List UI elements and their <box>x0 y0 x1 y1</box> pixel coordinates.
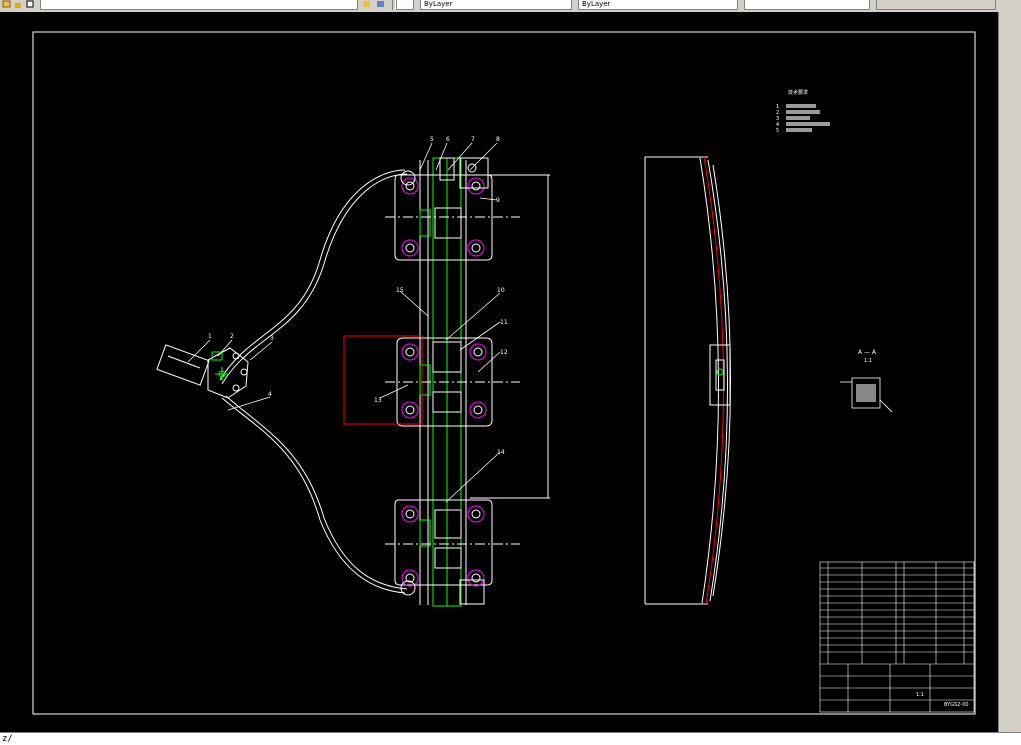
color-control[interactable] <box>396 0 414 10</box>
callout-4: 4 <box>268 391 272 398</box>
layer-color-icon[interactable] <box>26 0 35 8</box>
side-view <box>644 156 731 605</box>
make-layer-current-icon[interactable] <box>362 0 371 8</box>
drawing-border <box>32 31 976 715</box>
callout-5: 5 <box>430 136 434 143</box>
layer-previous-icon[interactable] <box>376 0 385 8</box>
command-line[interactable]: z/ <box>0 732 1021 745</box>
plotstyle-dropdown[interactable] <box>744 0 870 10</box>
section-a-a: A — A 1:1 <box>840 349 893 413</box>
callout-3: 3 <box>270 335 274 342</box>
callout-6: 6 <box>446 136 450 143</box>
callout-leaders <box>187 142 501 503</box>
extra-control[interactable] <box>876 0 996 10</box>
callout-1: 1 <box>208 333 212 340</box>
technical-notes: 技术要求 1 2 3 4 5 <box>776 89 830 134</box>
layer-dropdown[interactable] <box>40 0 358 10</box>
callout-2: 2 <box>230 333 234 340</box>
layer-lock-icon[interactable] <box>14 0 23 8</box>
notes-title: 技术要求 <box>788 89 808 96</box>
callout-labels: 1 2 3 4 5 6 7 8 9 10 11 12 13 14 15 <box>208 136 508 456</box>
callout-10: 10 <box>497 287 505 294</box>
vertical-scrollbar[interactable] <box>998 12 1021 732</box>
linetype-dropdown[interactable]: ByLayer <box>420 0 572 10</box>
lineweight-dropdown[interactable]: ByLayer <box>578 0 738 10</box>
front-view <box>156 157 550 607</box>
callout-9: 9 <box>496 197 500 204</box>
callout-12: 12 <box>500 349 508 356</box>
callout-13: 13 <box>374 397 382 404</box>
layer-state-icon[interactable] <box>2 0 11 8</box>
note-5: 5 <box>776 128 779 134</box>
callout-11: 11 <box>500 319 508 326</box>
section-title: A — A <box>858 349 877 356</box>
cad-drawing: 1 2 3 4 5 6 7 8 9 10 11 12 13 14 15 A — … <box>32 31 976 715</box>
drawing-number: BYGS2-00 <box>944 702 969 708</box>
callout-15: 15 <box>396 287 404 294</box>
drawing-canvas[interactable]: 1 2 3 4 5 6 7 8 9 10 11 12 13 14 15 A — … <box>0 12 998 732</box>
section-scale: 1:1 <box>864 358 872 364</box>
title-block: BYGS2-00 1:1 <box>819 561 975 713</box>
title-block-scale: 1:1 <box>916 692 924 698</box>
callout-7: 7 <box>471 136 475 143</box>
callout-8: 8 <box>496 136 500 143</box>
callout-14: 14 <box>497 449 505 456</box>
